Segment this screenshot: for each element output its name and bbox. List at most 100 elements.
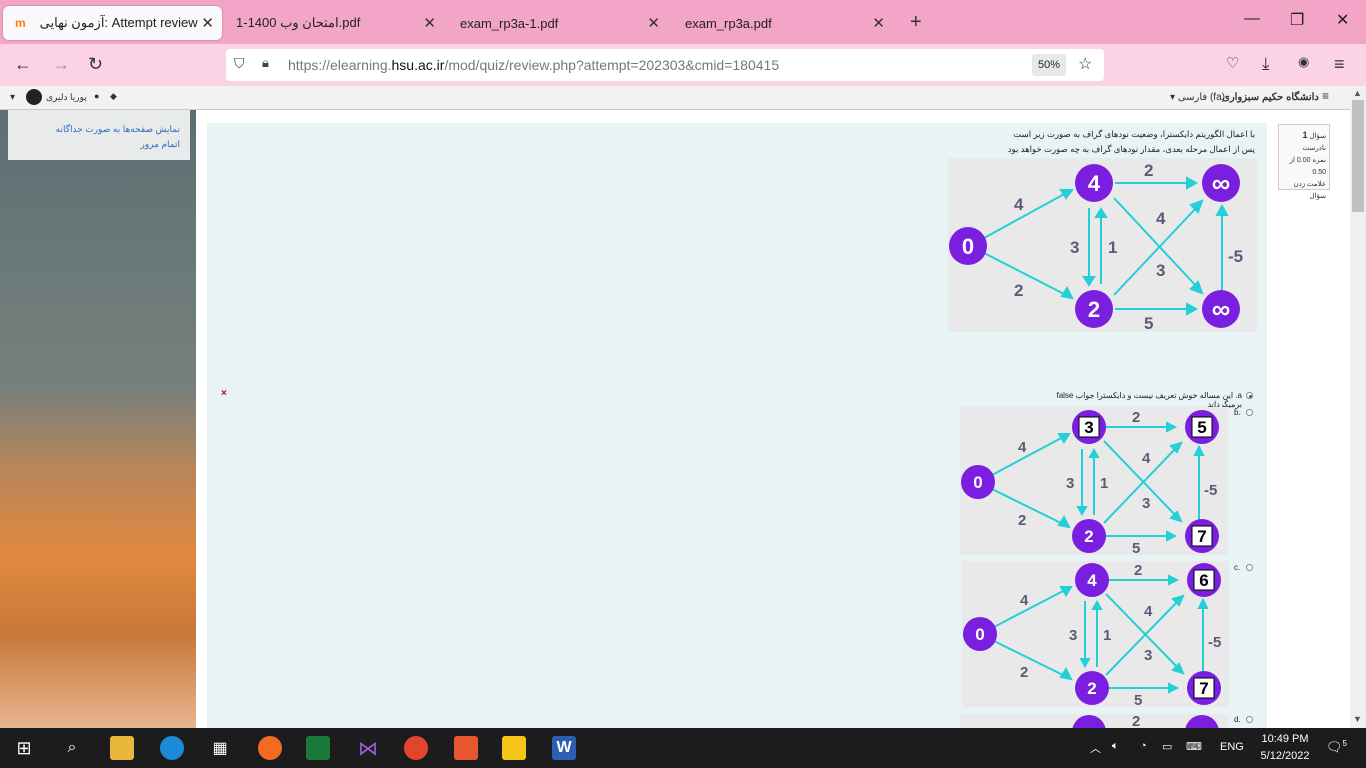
close-window-icon[interactable]: ✕ [1336, 10, 1349, 30]
tab-exam-rp3a-1[interactable]: exam_rp3a-1.pdf ✕ [448, 6, 668, 40]
svg-text:4: 4 [1018, 439, 1027, 456]
svg-text:2: 2 [1020, 664, 1028, 681]
close-tab-icon[interactable]: ✕ [647, 14, 660, 32]
edge-icon[interactable] [160, 736, 184, 760]
background-image [0, 110, 196, 728]
user-name[interactable]: پوریا دلیری [46, 92, 87, 103]
pocket-icon[interactable]: ♡ [1226, 54, 1239, 72]
page-scrollbar[interactable]: ▲ ▼ [1350, 86, 1366, 728]
language-menu[interactable]: ▾ فارسی (fa) [1170, 92, 1225, 103]
svg-text:2: 2 [1132, 409, 1140, 426]
windows-start-icon[interactable]: ⊞ [12, 736, 36, 760]
wifi-icon[interactable]: ◔ [1140, 740, 1147, 752]
svg-text:3: 3 [1066, 475, 1074, 492]
question-text-line-1: با اعمال الگوریتم دایکسترا، وضعیت نودهای… [1013, 129, 1255, 139]
close-tab-icon[interactable]: ✕ [201, 14, 214, 32]
svg-text:5: 5 [1132, 540, 1140, 555]
office-icon[interactable] [454, 736, 478, 760]
reload-icon[interactable]: ↻ [88, 54, 103, 75]
option-c-graph: 4 2 2 3 1 4 3 -5 5 0 4 6 2 7 [962, 561, 1229, 707]
svg-text:5: 5 [1134, 692, 1142, 707]
input-language[interactable]: ENG [1220, 741, 1244, 753]
user-menu-caret-icon[interactable]: ▾ [10, 92, 15, 103]
flag-question-link[interactable]: علامت زدن سؤال [1282, 179, 1326, 203]
store-icon[interactable]: ▦ [208, 736, 232, 760]
svg-text:7: 7 [1197, 527, 1206, 546]
question-info-box: سؤال 1 نادرست نمره 0.00 از 0.50 علامت زد… [1278, 124, 1330, 200]
edge-label: 4 [1014, 195, 1024, 214]
tray-overflow-icon[interactable]: ︿ [1090, 740, 1101, 756]
edge-label: 5 [1144, 314, 1153, 332]
option-a-radio[interactable] [1246, 392, 1253, 399]
clock-time[interactable]: 10:49 PM [1256, 733, 1314, 745]
svg-text:2: 2 [1087, 679, 1096, 698]
chrome-icon[interactable] [404, 736, 428, 760]
edge-label: 1 [1108, 238, 1117, 257]
tab-title: exam_rp3a.pdf [685, 15, 772, 31]
app-icon[interactable] [306, 736, 330, 760]
tab-exam-rp3a[interactable]: exam_rp3a.pdf ✕ [673, 6, 893, 40]
svg-text:2: 2 [1134, 562, 1142, 579]
messages-icon[interactable]: ● [94, 91, 99, 101]
zoom-level[interactable]: 50% [1032, 54, 1066, 76]
svg-text:2: 2 [1084, 527, 1093, 546]
back-icon[interactable]: ← [14, 54, 32, 75]
word-icon[interactable]: W [552, 736, 576, 760]
svg-text:7: 7 [1199, 679, 1208, 698]
download-icon[interactable]: ⤓ [1262, 54, 1270, 74]
svg-text:4: 4 [1088, 171, 1101, 196]
finish-review-link[interactable]: اتمام مرور [8, 137, 180, 152]
minimize-icon[interactable]: — [1244, 10, 1260, 28]
file-explorer-icon[interactable] [110, 736, 134, 760]
option-c-label: c. [1234, 563, 1241, 572]
scroll-down-icon[interactable]: ▼ [1353, 714, 1362, 724]
edge-label: 2 [1144, 161, 1153, 180]
new-tab-icon[interactable]: + [910, 11, 922, 34]
close-tab-icon[interactable]: ✕ [872, 14, 885, 32]
svg-text:4: 4 [1142, 450, 1151, 467]
show-one-page-link[interactable]: نمایش صفحه‌ها به صورت جداگانه [8, 122, 180, 137]
scroll-thumb[interactable] [1352, 100, 1364, 212]
firefox-icon[interactable] [258, 736, 282, 760]
question-status: نادرست [1302, 145, 1326, 152]
site-name[interactable]: دانشگاه حکیم سبزواری [1222, 92, 1319, 103]
hamburger-icon[interactable]: ≡ [1322, 89, 1329, 103]
edge-label: -5 [1228, 247, 1243, 266]
option-b-graph: 4 2 2 3 1 4 3 -5 5 0 3 5 2 7 [960, 407, 1228, 555]
forward-icon[interactable]: → [52, 54, 70, 75]
close-tab-icon[interactable]: ✕ [423, 14, 436, 32]
notifications-icon[interactable]: ◆ [110, 91, 117, 102]
tab-attempt-review[interactable]: m Attempt review :آزمون نهایی ✕ [3, 6, 222, 40]
url-bar[interactable]: ⛉ 🔒︎ https://elearning.hsu.ac.ir/mod/qui… [226, 49, 1104, 81]
keyboard-icon[interactable]: ⌨ [1186, 740, 1202, 753]
svg-text:2: 2 [1018, 512, 1026, 529]
option-b-radio[interactable] [1246, 409, 1253, 416]
scroll-up-icon[interactable]: ▲ [1353, 88, 1362, 98]
search-icon[interactable]: ⌕ [60, 736, 84, 760]
visual-studio-icon[interactable]: ⋈ [356, 736, 380, 760]
svg-text:∞: ∞ [1212, 168, 1231, 198]
battery-icon[interactable]: ▭ [1162, 740, 1172, 753]
restore-icon[interactable]: ❐ [1290, 10, 1304, 30]
bookmark-star-icon[interactable]: ☆ [1078, 54, 1092, 74]
notification-icon[interactable]: 🗨︎5 [1326, 739, 1347, 755]
kmplayer-icon[interactable] [502, 736, 526, 760]
option-b-label: b. [1234, 408, 1241, 417]
avatar[interactable] [26, 89, 42, 105]
svg-text:2: 2 [1088, 297, 1100, 322]
svg-text:3: 3 [1084, 418, 1093, 437]
option-c-radio[interactable] [1246, 564, 1253, 571]
lock-icon[interactable]: 🔒︎ [262, 55, 269, 71]
option-d-radio[interactable] [1246, 716, 1253, 723]
svg-text:-5: -5 [1208, 634, 1221, 651]
tab-pdf-web[interactable]: امتحان وب 1400-1.pdf ✕ [224, 6, 444, 40]
tab-title: exam_rp3a-1.pdf [460, 15, 559, 31]
edge-label: 3 [1156, 261, 1165, 280]
url-text[interactable]: https://elearning.hsu.ac.ir/mod/quiz/rev… [288, 57, 779, 73]
menu-icon[interactable]: ≡ [1334, 54, 1345, 75]
extension-icon[interactable]: ◉ [1298, 54, 1309, 70]
tab-title: Attempt review :آزمون نهایی [39, 15, 198, 30]
clock-date[interactable]: 5/12/2022 [1256, 750, 1314, 762]
shield-icon[interactable]: ⛉ [234, 55, 245, 72]
volume-icon[interactable]: 🔈︎ [1112, 740, 1119, 753]
